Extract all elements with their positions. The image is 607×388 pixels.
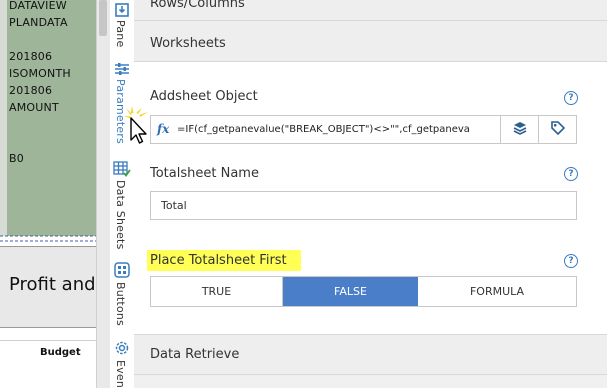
column-header-budget: Budget	[40, 347, 81, 358]
spreadsheet-area[interactable]: DATAVIEW PLANDATA 201806 ISOMONTH 201806…	[0, 0, 96, 388]
tag-button[interactable]	[538, 116, 577, 143]
option-label: FALSE	[334, 285, 367, 298]
option-true[interactable]: TRUE	[151, 277, 283, 306]
totalsheet-label: Totalsheet Name	[150, 166, 259, 181]
tab-label: Buttons	[114, 282, 127, 326]
sheet-cell[interactable]: 201806	[9, 50, 52, 63]
help-icon[interactable]: ?	[564, 91, 578, 105]
sheet-dashed-border	[0, 235, 96, 242]
row-header-strip	[0, 0, 7, 236]
option-label: FORMULA	[469, 285, 525, 298]
section-title: Rows/Columns	[150, 0, 245, 11]
tab-buttons[interactable]: Buttons	[110, 258, 134, 336]
scrollbar-thumb[interactable]	[99, 0, 107, 36]
section-worksheets[interactable]: Worksheets	[134, 21, 607, 62]
sheet-cell[interactable]: PLANDATA	[9, 16, 68, 29]
section-title: Data Retrieve	[150, 347, 240, 362]
sheet-cell[interactable]: 201806	[9, 84, 52, 97]
sheet-cell[interactable]: ISOMONTH	[9, 67, 71, 80]
sheet-cell[interactable]: B0	[9, 152, 24, 165]
addsheet-formula-field[interactable]: fx =IF(cf_getpanevalue("BREAK_OBJECT")<>…	[150, 115, 577, 144]
sheet-cell[interactable]: DATAVIEW	[9, 0, 67, 12]
vertical-tab-strip: Pane Parameters Data Sheets Buttons Even	[110, 0, 135, 388]
section-title: Worksheets	[150, 36, 226, 51]
layers-button[interactable]	[500, 116, 539, 143]
buttons-grid-icon	[113, 261, 131, 279]
tab-pane[interactable]: Pane	[110, 0, 134, 58]
help-icon[interactable]: ?	[564, 167, 578, 181]
place-first-label: Place Totalsheet First	[150, 253, 287, 268]
tab-label: Pane	[114, 20, 127, 48]
sliders-icon	[113, 60, 131, 78]
formula-value: =IF(cf_getpanevalue("BREAK_OBJECT")<>"",…	[177, 124, 470, 135]
section-rows-columns[interactable]: Rows/Columns	[134, 0, 607, 20]
tab-label: Data Sheets	[114, 180, 127, 250]
option-false[interactable]: FALSE	[283, 277, 418, 306]
pane-icon	[113, 1, 131, 19]
settings-panel: Rows/Columns Worksheets Addsheet Object …	[134, 0, 607, 388]
divider	[0, 340, 96, 341]
tab-data-sheets[interactable]: Data Sheets	[110, 158, 134, 258]
fx-icon[interactable]: fx	[157, 122, 169, 136]
tab-events[interactable]: Even	[110, 336, 134, 388]
tab-label: Even	[114, 360, 127, 388]
help-icon[interactable]: ?	[564, 254, 578, 268]
tag-icon	[550, 120, 566, 140]
place-first-toggle: TRUE FALSE FORMULA	[150, 276, 577, 307]
option-label: TRUE	[201, 285, 232, 298]
totalsheet-name-input[interactable]	[150, 191, 577, 220]
option-formula[interactable]: FORMULA	[418, 277, 576, 306]
divider	[134, 374, 607, 375]
mouse-cursor-icon	[124, 106, 148, 144]
report-title: Profit and	[9, 274, 96, 295]
sheet-cell[interactable]: AMOUNT	[9, 101, 59, 114]
section-data-retrieve[interactable]: Data Retrieve	[134, 335, 607, 375]
grid-check-icon	[113, 160, 131, 178]
addsheet-label: Addsheet Object	[150, 89, 258, 104]
layers-icon	[512, 120, 528, 140]
vertical-scrollbar[interactable]	[96, 0, 110, 388]
gear-icon	[113, 339, 131, 357]
sheet-cell-block	[0, 0, 96, 236]
